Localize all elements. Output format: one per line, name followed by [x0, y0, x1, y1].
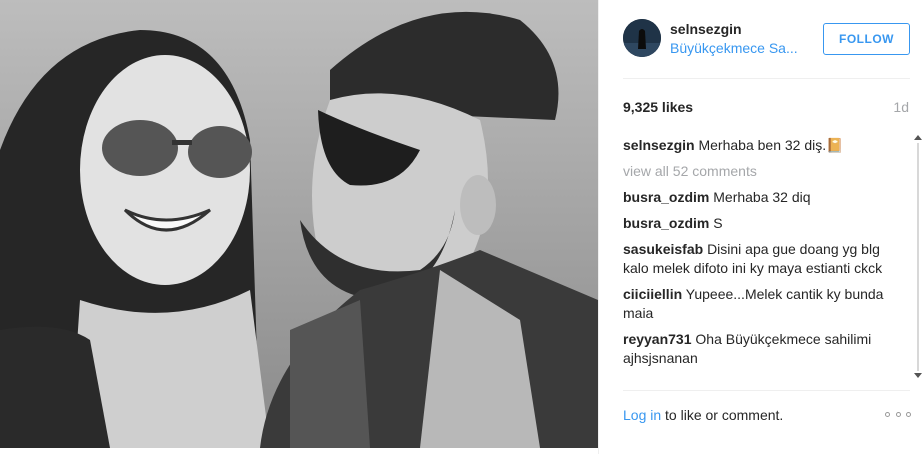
comment-user[interactable]: ciiciiellin	[623, 286, 682, 302]
caption-user[interactable]: selnsezgin	[623, 137, 695, 153]
login-prompt-text: to like or comment.	[661, 407, 784, 423]
comments-list: selnsezgin Merhaba ben 32 diş.📔 view all…	[623, 136, 905, 381]
comment-user[interactable]: reyyan731	[623, 331, 692, 347]
avatar-image	[623, 19, 661, 57]
post-photo[interactable]	[0, 0, 598, 448]
caption-text: Merhaba ben 32 diş.📔	[698, 137, 844, 153]
dot-icon	[885, 411, 890, 417]
comment-text: S	[713, 215, 723, 231]
caption: selnsezgin Merhaba ben 32 diş.📔	[623, 136, 905, 155]
comment-text: Merhaba 32 diq	[713, 189, 811, 205]
login-prompt: Log in to like or comment.	[623, 407, 783, 423]
dot-icon	[906, 411, 911, 417]
post-age[interactable]: 1d	[893, 99, 909, 115]
login-link[interactable]: Log in	[623, 407, 661, 423]
scroll-down-icon[interactable]	[914, 373, 922, 378]
likes-count[interactable]: 9,325 likes	[623, 99, 693, 115]
dot-icon	[895, 411, 901, 417]
header-divider	[623, 78, 910, 79]
comment-user[interactable]: sasukeisfab	[623, 241, 703, 257]
post-sidebar: selnsezgin Büyükçekmece Sa... FOLLOW 9,3…	[598, 0, 923, 454]
scroll-track[interactable]	[917, 143, 919, 371]
view-all-comments-link[interactable]: view all 52 comments	[623, 162, 905, 181]
list-item: reyyan731 Oha Büyükçekmece sahilimi ajhs…	[623, 330, 905, 368]
footer-divider	[623, 390, 910, 391]
scroll-up-icon[interactable]	[914, 135, 922, 140]
follow-button[interactable]: FOLLOW	[823, 23, 910, 55]
comments-scrollbar[interactable]	[913, 133, 923, 381]
photo-image	[0, 0, 598, 448]
comment-user[interactable]: busra_ozdim	[623, 215, 709, 231]
post-location[interactable]: Büyükçekmece Sa...	[670, 40, 798, 56]
more-options-button[interactable]	[885, 406, 911, 422]
avatar[interactable]	[623, 19, 661, 57]
list-item: busra_ozdim Merhaba 32 diq	[623, 188, 905, 207]
post-header: selnsezgin Büyükçekmece Sa... FOLLOW	[599, 0, 923, 78]
post-username[interactable]: selnsezgin	[670, 21, 742, 37]
list-item: sasukeisfab Disini apa gue doang yg blg …	[623, 240, 905, 278]
comment-user[interactable]: busra_ozdim	[623, 189, 709, 205]
list-item: ciiciiellin Yupeee...Melek cantik ky bun…	[623, 285, 905, 323]
list-item: busra_ozdim S	[623, 214, 905, 233]
